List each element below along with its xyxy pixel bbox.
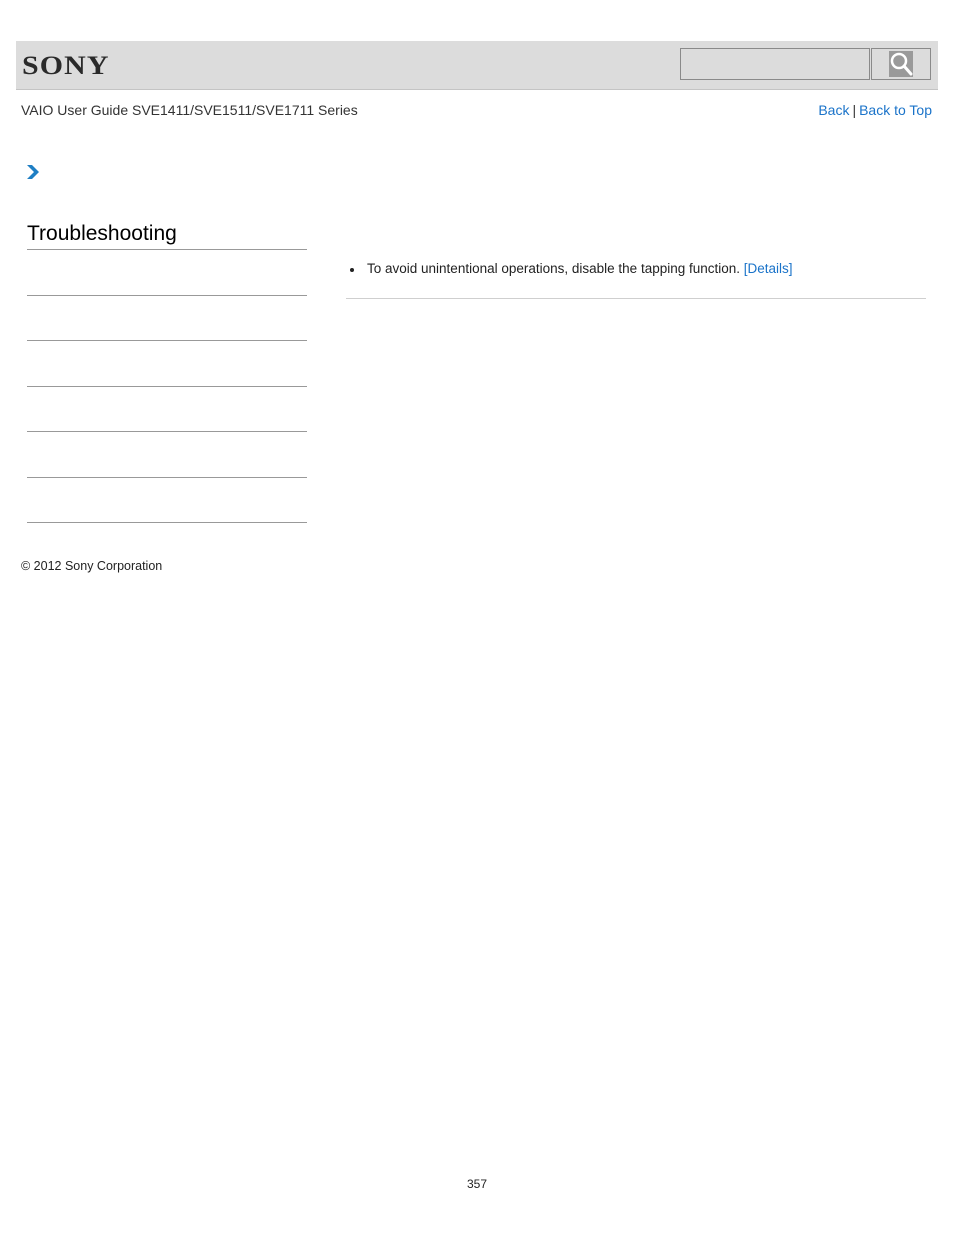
- nav-links: Back | Back to Top: [818, 102, 932, 118]
- sidebar-item[interactable]: [27, 431, 307, 432]
- header-bar: SONY: [16, 41, 938, 90]
- back-link[interactable]: Back: [818, 102, 849, 118]
- breadcrumb[interactable]: [26, 164, 40, 185]
- content-divider: [346, 298, 926, 299]
- chevron-right-icon: [27, 165, 39, 179]
- sidebar-item[interactable]: [27, 295, 307, 296]
- list-item: To avoid unintentional operations, disab…: [350, 261, 793, 276]
- details-link[interactable]: [Details]: [744, 261, 793, 276]
- search-button[interactable]: [871, 48, 931, 80]
- copyright: © 2012 Sony Corporation: [21, 559, 163, 573]
- sidebar-item[interactable]: [27, 522, 307, 523]
- guide-title: VAIO User Guide SVE1411/SVE1511/SVE1711 …: [21, 102, 358, 118]
- sony-logo: SONY: [22, 51, 110, 80]
- search-input[interactable]: [680, 48, 870, 80]
- section-title: Troubleshooting: [27, 222, 177, 245]
- sidebar-item[interactable]: [27, 340, 307, 341]
- bullet-icon: [350, 268, 354, 272]
- sidebar-divider: [27, 249, 307, 250]
- search-icon: [889, 51, 913, 77]
- page-number: 357: [466, 1177, 488, 1191]
- sidebar-item[interactable]: [27, 386, 307, 387]
- sidebar-item[interactable]: [27, 477, 307, 478]
- nav-separator: |: [852, 102, 857, 118]
- list-item-text: To avoid unintentional operations, disab…: [367, 261, 744, 276]
- back-to-top-link[interactable]: Back to Top: [859, 102, 932, 118]
- content-list: To avoid unintentional operations, disab…: [350, 261, 793, 276]
